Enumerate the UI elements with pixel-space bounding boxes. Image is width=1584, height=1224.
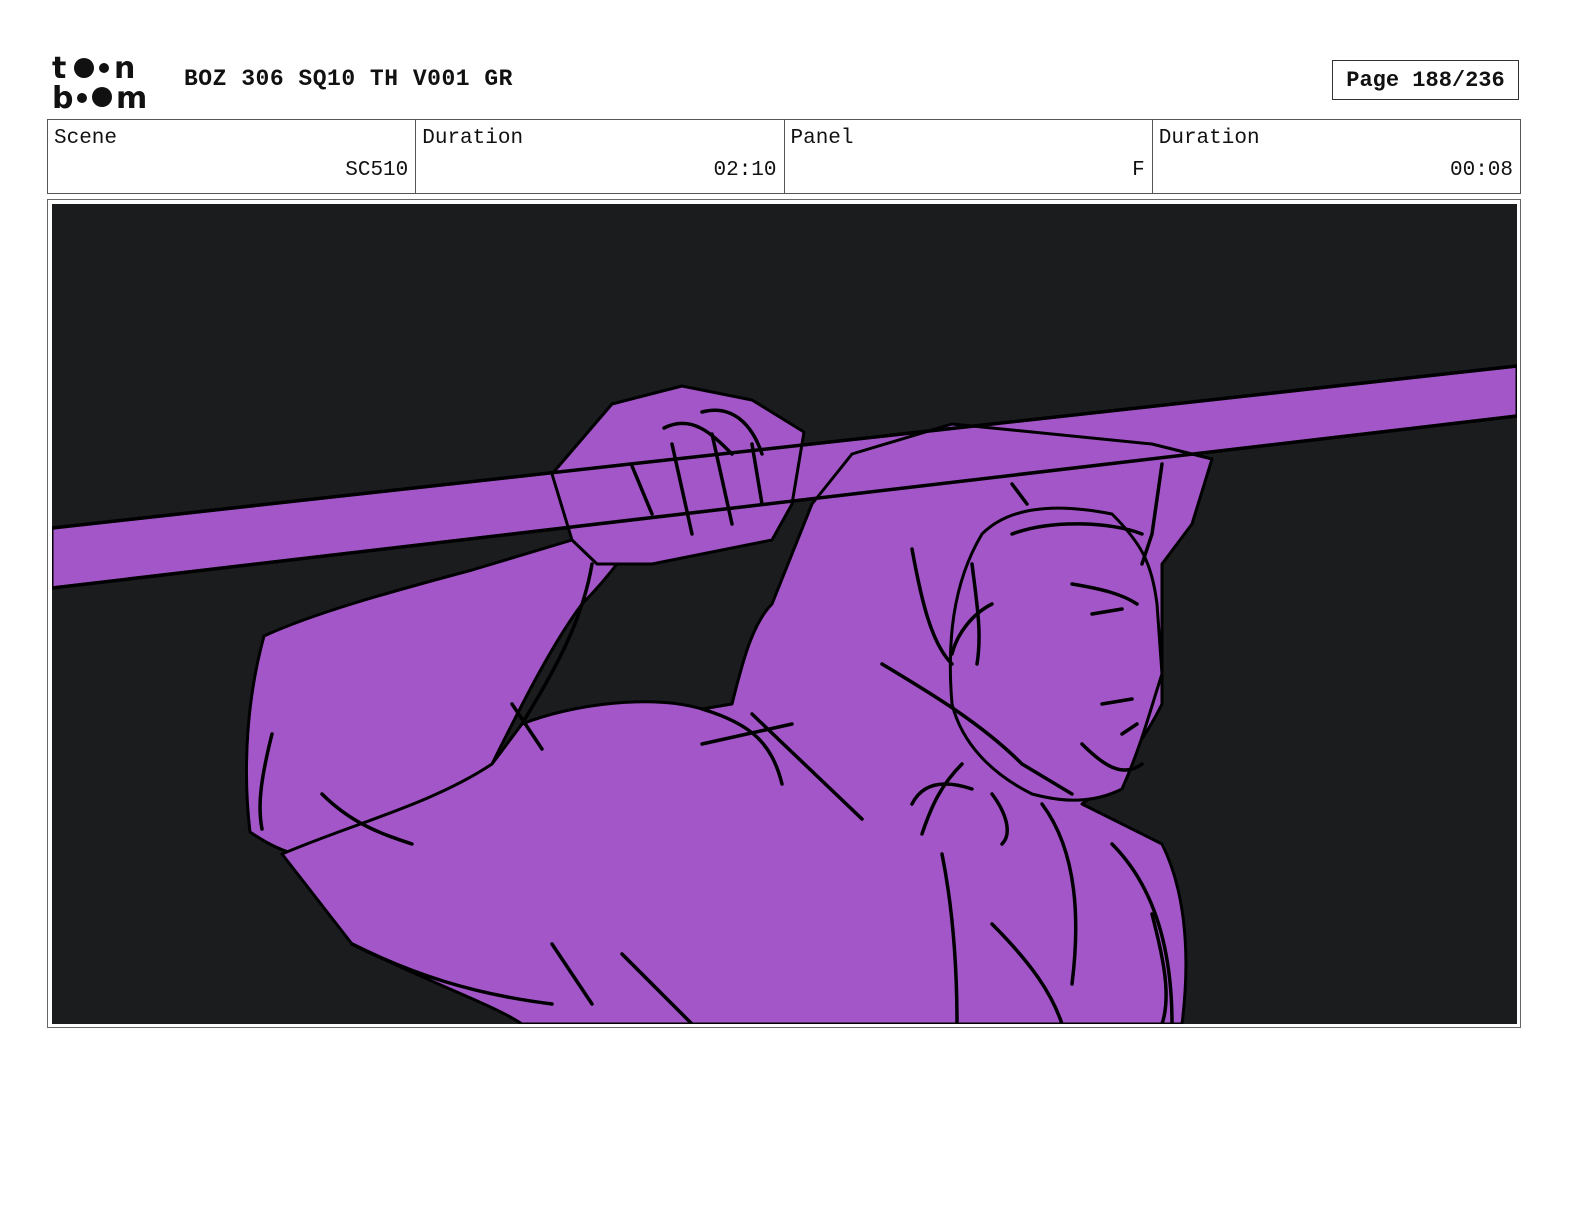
document-title: BOZ 306 SQ10 TH V001 GR [184,66,513,92]
scene-duration-label: Duration [422,127,524,150]
panel-value: F [1132,159,1145,182]
panel-duration-cell: Duration 00:08 [1153,120,1520,193]
head-shape [948,506,1164,802]
panel-label: Panel [790,127,854,150]
scene-duration-value: 02:10 [713,159,777,182]
storyboard-panel-image [52,204,1517,1024]
scene-value: SC510 [345,159,409,182]
panel-duration-value: 00:08 [1449,159,1513,182]
svg-text:b: b [52,81,73,112]
scene-label: Scene [54,127,118,150]
panel-cell: Panel F [785,120,1153,193]
panel-drawing [52,204,1517,1024]
scene-cell: Scene SC510 [48,120,417,193]
scene-duration-cell: Duration 02:10 [416,120,785,193]
storyboard-panel-frame [47,199,1521,1028]
svg-text:m: m [116,81,147,112]
page-number-box: Page 188/236 [1332,60,1519,100]
panel-duration-label: Duration [1158,127,1260,150]
panel-info-table: Scene SC510 Duration 02:10 Panel F Durat… [47,119,1521,194]
page-number: Page 188/236 [1346,67,1505,93]
toon-boom-logo: t n b m [52,50,164,116]
